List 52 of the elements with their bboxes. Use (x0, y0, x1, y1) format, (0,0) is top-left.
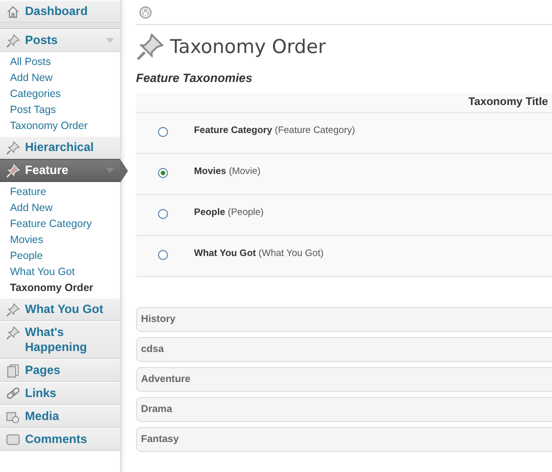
submenu-item[interactable]: What You Got (0, 264, 120, 280)
menu-item[interactable]: Pages (0, 359, 120, 382)
radio-button[interactable] (158, 250, 168, 260)
menu-item[interactable]: Posts (0, 29, 120, 52)
menu-item[interactable]: Hierarchical (0, 136, 120, 159)
pushpin-icon (6, 34, 20, 48)
sortable-term[interactable]: History (136, 307, 552, 332)
chain-link-icon (6, 387, 20, 401)
taxonomy-title: People (People) (194, 207, 264, 218)
taxonomy-title: Movies (Movie) (194, 166, 261, 177)
section-title: Feature Taxonomies (136, 71, 254, 85)
menu-item[interactable]: Links (0, 382, 120, 405)
logo-icon[interactable] (139, 6, 152, 18)
pushpin-icon (6, 326, 20, 340)
sortable-term[interactable]: Fantasy (136, 427, 552, 452)
pushpin-icon (136, 33, 164, 61)
media-icon (6, 410, 20, 424)
submenu-item[interactable]: Post Tags (0, 102, 120, 118)
taxonomy-title: What You Got (What You Got) (194, 248, 324, 259)
submenu-item[interactable]: All Posts (0, 54, 120, 70)
pushpin-icon (6, 303, 20, 317)
submenu-item[interactable]: Feature Category (0, 216, 120, 232)
menu-item[interactable]: Dashboard (0, 0, 120, 23)
sortable-term[interactable]: cdsa (136, 337, 552, 362)
menu-item[interactable]: What You Got (0, 298, 120, 321)
radio-button[interactable] (158, 168, 168, 178)
submenu-item[interactable]: Feature (0, 184, 120, 200)
submenu-item[interactable]: Movies (0, 232, 120, 248)
submenu-item[interactable]: Taxonomy Order (0, 118, 120, 134)
sortable-term[interactable]: Adventure (136, 367, 552, 392)
submenu-item[interactable]: Add New (0, 200, 120, 216)
menu-item[interactable]: What's Happening (0, 321, 120, 359)
submenu-item[interactable]: Taxonomy Order (0, 280, 120, 296)
caret-icon (106, 38, 114, 43)
taxonomy-title: Feature Category (Feature Category) (194, 125, 356, 136)
menu-item[interactable]: Comments (0, 428, 120, 451)
comment-icon (6, 433, 20, 447)
radio-button[interactable] (158, 127, 168, 137)
page-title: Taxonomy Order (170, 36, 326, 58)
pushpin-icon (6, 141, 20, 155)
sortable-term[interactable]: Drama (136, 397, 552, 422)
column-header: Taxonomy Title (468, 96, 548, 108)
submenu-item[interactable]: Add New (0, 70, 120, 86)
menu-item[interactable]: Feature (0, 159, 120, 182)
pages-icon (6, 364, 20, 378)
submenu-item[interactable]: Categories (0, 86, 120, 102)
menu-item[interactable]: Media (0, 405, 120, 428)
radio-button[interactable] (158, 209, 168, 219)
pushpin-icon (6, 164, 20, 178)
house-icon (6, 5, 20, 19)
caret-icon (106, 168, 114, 173)
submenu-item[interactable]: People (0, 248, 120, 264)
